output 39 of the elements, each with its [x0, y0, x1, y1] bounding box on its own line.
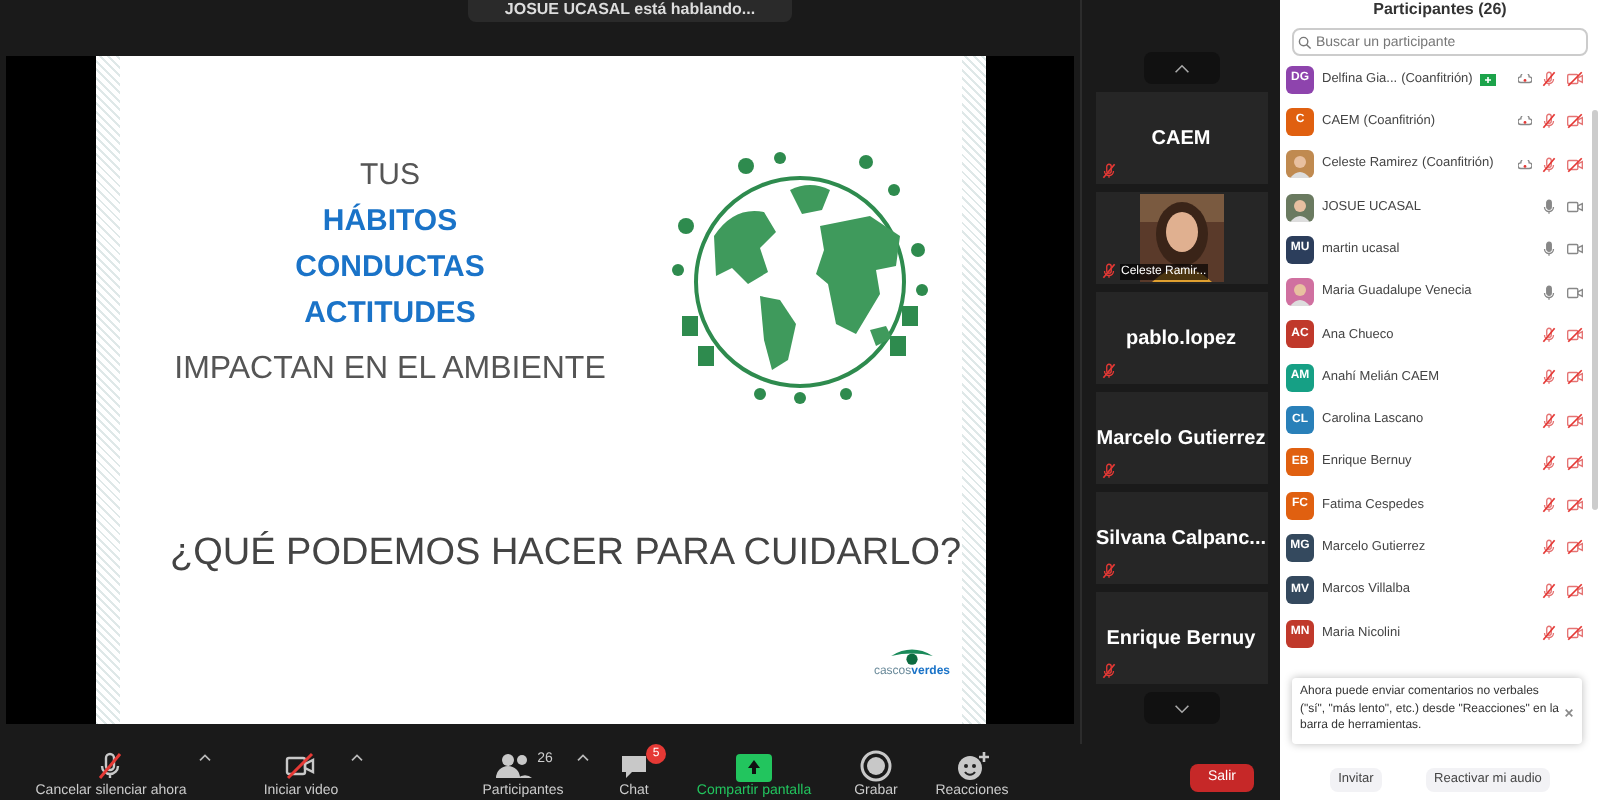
speaking-notification: JOSUE UCASAL está hablando...: [468, 0, 792, 22]
participant-name: CAEM: [1151, 125, 1211, 153]
video-off-icon: [1566, 538, 1584, 557]
smiley-plus-icon: [953, 750, 990, 782]
video-camera-icon: [1566, 283, 1584, 302]
chevron-down-icon: [1173, 703, 1189, 713]
record-icon: [859, 750, 892, 782]
video-off-icon: [1566, 325, 1584, 344]
caret-icon[interactable]: [575, 752, 590, 762]
video-off-icon: [1566, 112, 1584, 131]
video-off-icon: [1566, 624, 1584, 642]
chevron-up-icon: [1173, 63, 1189, 73]
panel-title: Participantes (26): [1371, 0, 1509, 20]
video-off-icon: [1566, 496, 1584, 515]
slide-text: TUS: [360, 156, 420, 194]
people-icon: [493, 750, 534, 782]
caret-icon[interactable]: [198, 752, 213, 762]
video-camera-icon: [1566, 198, 1584, 217]
slide-text: IMPACTAN EN EL AMBIENTE: [174, 350, 606, 390]
participant-name: Enrique Bernuy: [1106, 625, 1256, 653]
close-icon[interactable]: [1564, 708, 1574, 718]
video-off-icon: [1566, 155, 1584, 174]
video-off-icon: [1566, 411, 1584, 430]
video-off-icon: [1566, 368, 1584, 387]
participant-name: Marcelo Gutierrez: [1096, 425, 1266, 453]
slide-text: CONDUCTAS: [295, 248, 485, 286]
video-camera-icon: [1566, 240, 1584, 259]
video-off-icon: [1566, 70, 1584, 89]
slide-text: HÁBITOS: [322, 202, 458, 240]
video-off-icon: [1566, 453, 1584, 472]
logo-icon: [887, 646, 936, 666]
video-off-icon: [1566, 581, 1584, 600]
caret-icon[interactable]: [350, 752, 365, 762]
search-icon: [1298, 35, 1312, 49]
share-screen-icon: [735, 754, 772, 782]
slide-question: ¿QUÉ PODEMOS HACER PARA CUIDARLO?: [168, 529, 962, 578]
participant-name: Silvana Calpanc...: [1095, 525, 1267, 553]
slide-text: ACTITUDES: [304, 294, 476, 332]
participant-name: pablo.lopez: [1126, 325, 1236, 353]
